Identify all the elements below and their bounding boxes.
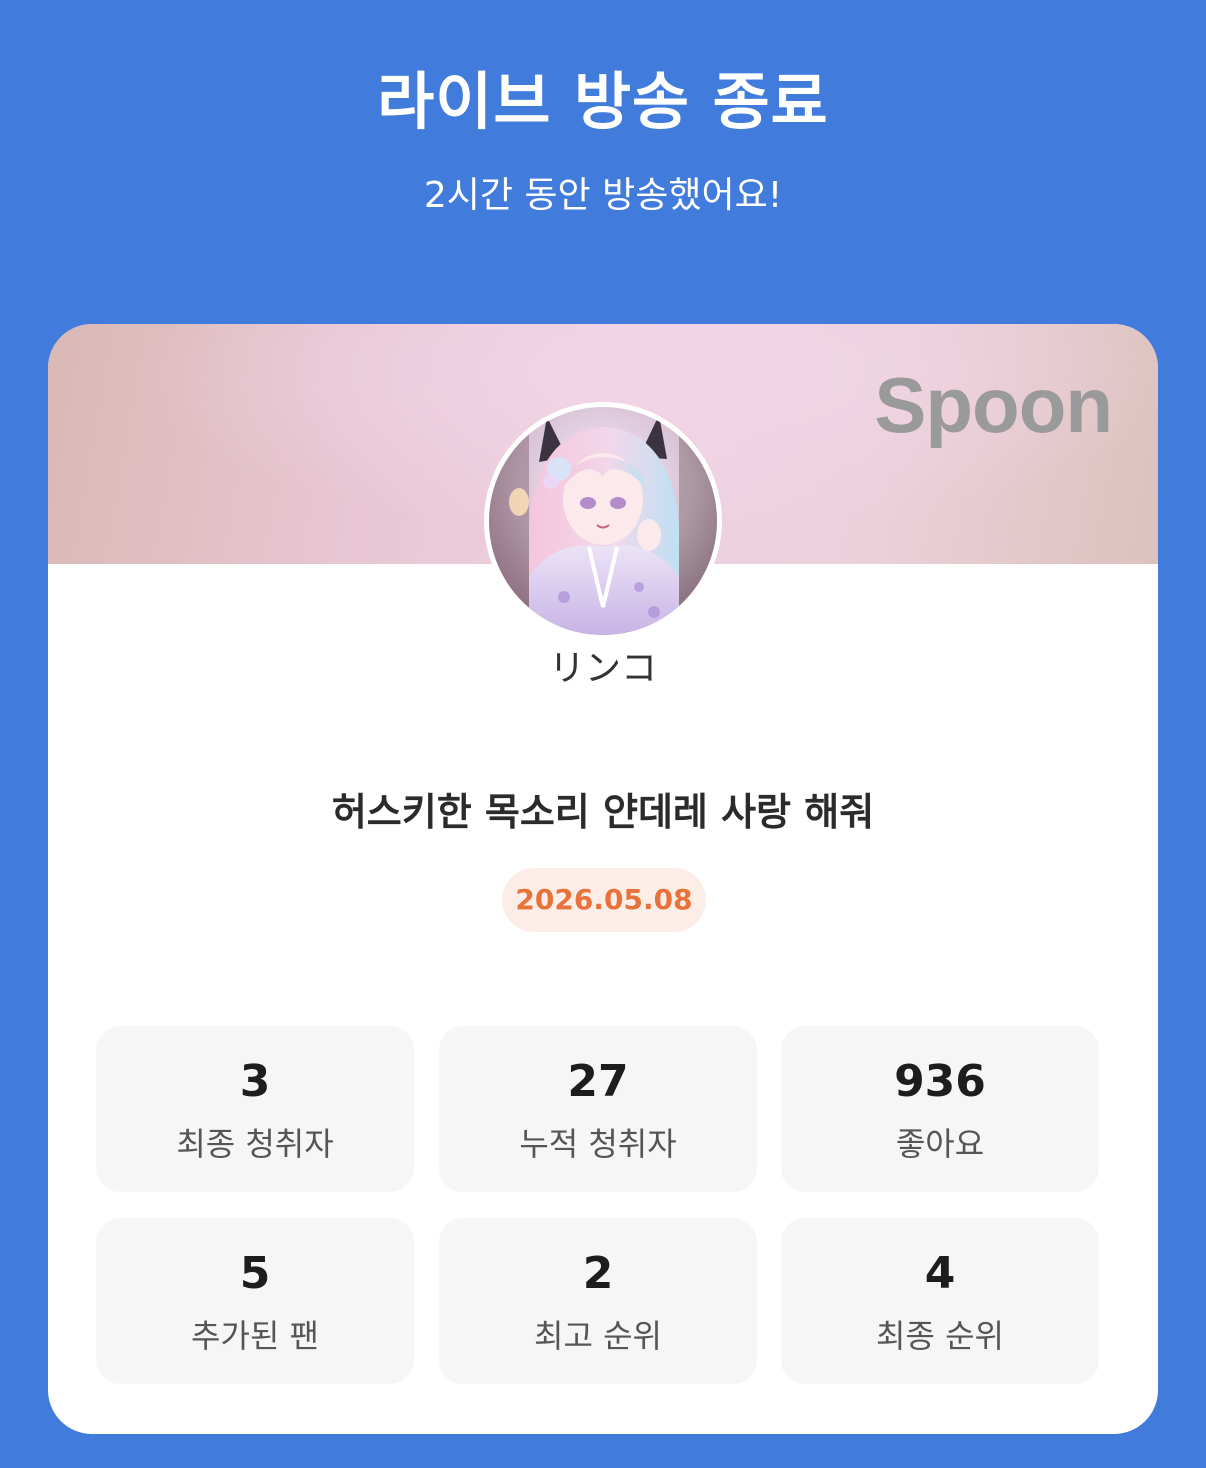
stat-likes: 936 좋아요	[781, 1026, 1099, 1192]
stat-value: 3	[239, 1056, 271, 1107]
stat-value: 936	[894, 1056, 986, 1107]
page-subtitle: 2시간 동안 방송했어요!	[423, 175, 783, 216]
stat-label: 좋아요	[895, 1125, 985, 1163]
live-title: 허스키한 목소리 얀데레 사랑 해줘	[331, 790, 875, 834]
username: リンコ	[548, 648, 657, 689]
brand-logo: Spoon	[874, 361, 1113, 449]
stat-best-rank: 2 최고 순위	[439, 1218, 757, 1384]
avatar-image	[489, 407, 717, 635]
stat-label: 최고 순위	[534, 1317, 662, 1355]
stat-value: 27	[567, 1056, 629, 1107]
avatar[interactable]	[484, 402, 722, 640]
stat-value: 5	[239, 1248, 271, 1299]
stat-final-rank: 4 최종 순위	[781, 1218, 1099, 1384]
date-badge: 2026.05.08	[502, 868, 706, 932]
stat-label: 추가된 팬	[191, 1317, 319, 1355]
broadcast-summary-card: Spoon リンコ 허스키한 목소리 얀데레 사랑 해줘 2026.05.08 …	[48, 324, 1158, 1434]
stat-label: 누적 청취자	[519, 1125, 677, 1163]
stat-label: 최종 청취자	[176, 1125, 334, 1163]
stat-label: 최종 순위	[876, 1317, 1004, 1355]
stat-final-listeners: 3 최종 청취자	[96, 1026, 414, 1192]
page-title: 라이브 방송 종료	[377, 65, 829, 138]
stat-new-fans: 5 추가된 팬	[96, 1218, 414, 1384]
stat-value: 4	[924, 1248, 956, 1299]
stat-total-listeners: 27 누적 청취자	[439, 1026, 757, 1192]
stat-value: 2	[582, 1248, 614, 1299]
